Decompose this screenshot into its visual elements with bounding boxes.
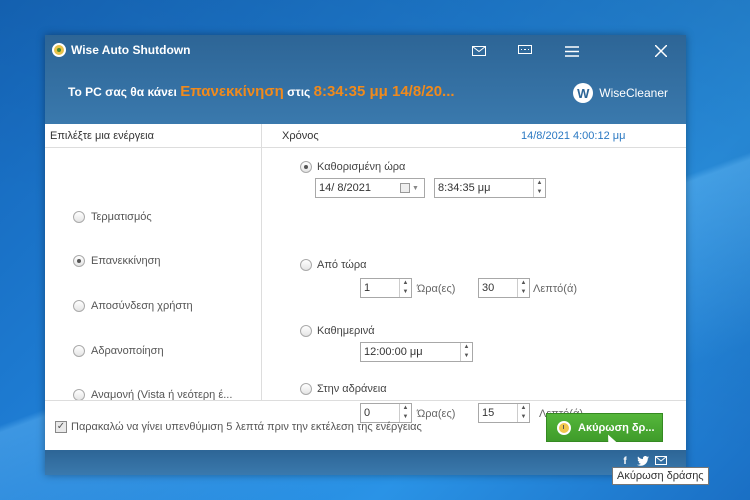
option-label: Καθορισμένη ώρα [317,161,406,173]
calendar-icon [400,183,410,193]
current-datetime: 14/8/2021 4:00:12 μμ [521,130,626,142]
option-from-now[interactable]: Από τώρα [300,259,367,271]
option-label: Στην αδράνεια [317,383,387,395]
chevron-down-icon: ▼ [412,184,419,192]
app-title: Wise Auto Shutdown [71,43,191,57]
action-header: Επιλέξτε μια ενέργεια [45,124,262,147]
option-label: Από τώρα [317,259,367,271]
spin-buttons[interactable]: ▲ ▼ [517,279,529,297]
radio-button[interactable] [73,345,85,357]
option-daily[interactable]: Καθημερινά [300,325,375,337]
date-value: 14/ 8/2021 [319,182,371,194]
time-value: 8:34:35 μμ [438,182,491,194]
reminder-label: Παρακαλώ να γίνει υπενθύμιση 5 λεπτά πρι… [71,421,422,433]
spin-up-icon[interactable]: ▲ [518,279,529,288]
minutes-unit-label: Λεπτό(ά) [533,283,577,295]
action-hibernate[interactable]: Αδρανοποίηση [73,345,164,357]
spin-buttons[interactable]: ▲ ▼ [399,279,411,297]
spin-buttons[interactable]: ▲ ▼ [533,179,545,197]
action-label: Τερματισμός [91,211,152,223]
spin-down-icon[interactable]: ▼ [534,188,545,197]
menu-icon[interactable] [559,40,585,62]
radio-button-checked[interactable] [300,161,312,173]
action-shutdown[interactable]: Τερματισμός [73,211,152,223]
brand-name: WiseCleaner [599,86,668,100]
from-now-minutes-input[interactable]: 30 ▲ ▼ [478,278,530,298]
date-picker[interactable]: 14/ 8/2021 ▼ [315,178,425,198]
spin-down-icon[interactable]: ▼ [518,288,529,297]
tooltip: Ακύρωση δράσης [612,467,709,485]
spin-down-icon[interactable]: ▼ [461,352,472,361]
bottom-bar: f [45,450,686,475]
time-settings: Καθορισμένη ώρα 14/ 8/2021 ▼ 8:34:35 μμ … [262,148,686,423]
radio-button[interactable] [300,259,312,271]
action-restart[interactable]: Επανεκκίνηση [73,255,161,267]
spin-up-icon[interactable]: ▲ [534,179,545,188]
radio-button[interactable] [300,383,312,395]
spin-up-icon[interactable]: ▲ [400,279,411,288]
action-list: Τερματισμός Επανεκκίνηση Αποσύνδεση χρήσ… [45,148,262,401]
status-time: 8:34:35 μμ 14/8/20... [313,83,455,100]
action-label: Αποσύνδεση χρήστη [91,300,193,312]
radio-button[interactable] [300,325,312,337]
radio-button[interactable] [73,300,85,312]
option-label: Καθημερινά [317,325,375,337]
reminder-checkbox-row[interactable]: ✓ Παρακαλώ να γίνει υπενθύμιση 5 λεπτά π… [55,421,422,433]
action-label: Αδρανοποίηση [91,345,164,357]
app-window: Wise Auto Shutdown Το PC σας θα κάνει Επ… [45,35,686,475]
brand[interactable]: W WiseCleaner [573,83,668,103]
radio-button-checked[interactable] [73,255,85,267]
minutes-value: 30 [482,282,495,294]
radio-button[interactable] [73,211,85,223]
calendar-dropdown[interactable]: ▼ [400,181,422,195]
action-label: Επανεκκίνηση [91,255,161,267]
time-input-specified[interactable]: 8:34:35 μμ ▲ ▼ [434,178,546,198]
spin-buttons[interactable]: ▲ ▼ [460,343,472,361]
reminder-checkbox[interactable]: ✓ [55,421,67,433]
footer: ✓ Παρακαλώ να γίνει υπενθύμιση 5 λεπτά π… [45,400,686,450]
wisecleaner-logo-icon: W [573,83,594,103]
section-header: Επιλέξτε μια ενέργεια Χρόνος 14/8/2021 4… [45,124,686,148]
hours-value: 1 [364,282,371,294]
feedback-icon[interactable] [512,40,538,62]
status-message: Το PC σας θα κάνει Επανεκκίνηση στις 8:3… [68,83,455,100]
status-action: Επανεκκίνηση [180,83,284,100]
cancel-button-label: Ακύρωση δρ... [578,421,655,434]
daily-time-input[interactable]: 12:00:00 μμ ▲ ▼ [360,342,473,362]
mail-icon[interactable] [466,40,492,62]
close-icon[interactable] [648,40,674,62]
option-idle[interactable]: Στην αδράνεια [300,383,387,395]
option-specified-time[interactable]: Καθορισμένη ώρα [300,161,405,173]
hours-unit-label: Ώρα(ες) [417,283,456,295]
alarm-clock-icon [557,420,571,435]
from-now-hours-input[interactable]: 1 ▲ ▼ [360,278,412,298]
app-clock-icon [52,43,66,57]
time-value: 12:00:00 μμ [364,346,423,358]
title-bar: Wise Auto Shutdown Το PC σας θα κάνει Επ… [45,35,686,124]
action-logoff[interactable]: Αποσύνδεση χρήστη [73,300,193,312]
status-prefix: Το PC σας θα κάνει [68,85,177,99]
status-middle: στις [287,85,311,99]
spin-down-icon[interactable]: ▼ [400,288,411,297]
spin-up-icon[interactable]: ▲ [461,343,472,352]
